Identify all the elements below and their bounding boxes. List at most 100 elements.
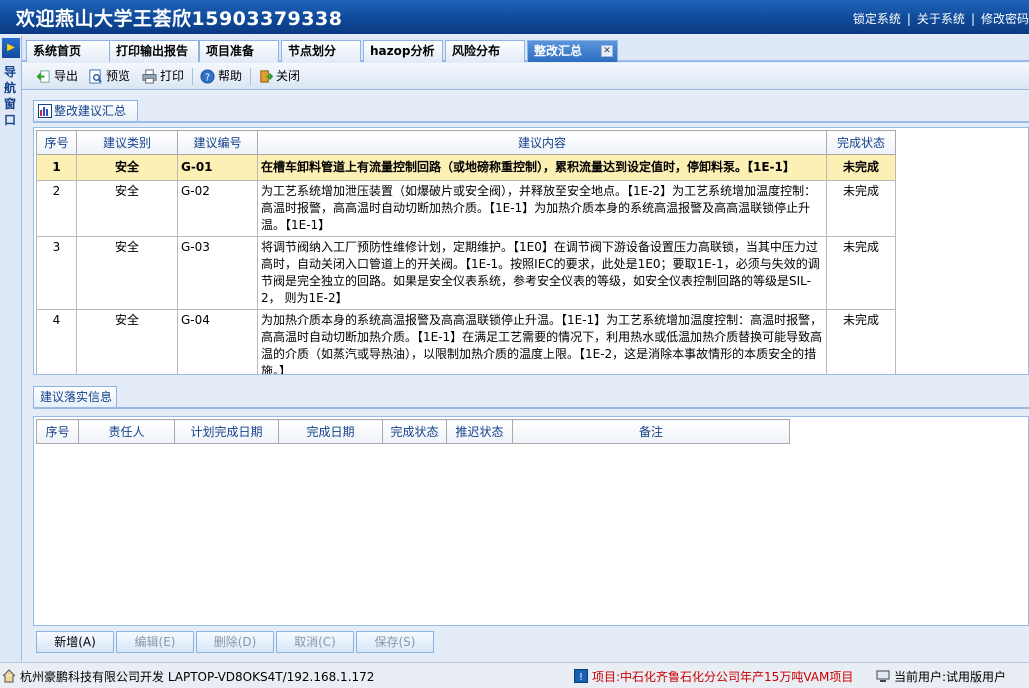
suggestion-code: G-02 <box>177 180 258 237</box>
home-icon <box>2 669 16 683</box>
preview-icon <box>89 69 102 84</box>
cancel-button[interactable]: 取消(C) <box>276 631 354 653</box>
suggestion-category: 安全 <box>76 309 178 374</box>
delete-button[interactable]: 删除(D) <box>196 631 274 653</box>
export-icon <box>36 70 50 83</box>
row-number: 2 <box>36 180 77 237</box>
completion-status: 未完成 <box>826 154 896 181</box>
tab-home[interactable]: 系统首页 <box>26 40 110 62</box>
export-button[interactable]: 导出 <box>34 67 78 86</box>
print-label: 打印 <box>160 69 185 83</box>
summary-header-row: 序号 建议类别 建议编号 建议内容 完成状态 <box>36 130 896 155</box>
current-project: ! 项目:中石化齐鲁石化分公司年产15万吨VAM项目 <box>574 668 853 685</box>
column-header[interactable]: 完成状态 <box>382 419 447 444</box>
column-header[interactable]: 建议内容 <box>257 130 827 155</box>
grid-table-icon <box>38 104 52 118</box>
summary-panel-tab[interactable]: 整改建议汇总 <box>33 100 138 122</box>
app-header: 欢迎燕山大学王荟欣15903379338 锁定系统 | 关于系统 | 修改密码 <box>0 0 1029 34</box>
close-label: 关闭 <box>276 69 301 83</box>
expand-nav-icon[interactable]: ▶ <box>2 38 20 58</box>
implementation-panel-tab[interactable]: 建议落实信息 <box>33 386 117 408</box>
column-header[interactable]: 序号 <box>36 419 79 444</box>
toolbar: 导出 预览 打印 ? 帮助 关闭 <box>22 63 1029 90</box>
close-tab-icon[interactable]: ✕ <box>601 45 613 57</box>
navigation-window[interactable]: ▶ 导航窗口 <box>0 36 22 661</box>
suggestion-category: 安全 <box>76 154 178 181</box>
panel-divider <box>33 121 1029 123</box>
print-button[interactable]: 打印 <box>140 67 184 86</box>
implementation-grid: 序号 责任人 计划完成日期 完成日期 完成状态 推迟状态 备注 <box>33 416 1029 626</box>
suggestion-code: G-03 <box>177 236 258 310</box>
help-button[interactable]: ? 帮助 <box>198 67 242 86</box>
column-header[interactable]: 计划完成日期 <box>174 419 279 444</box>
column-header[interactable]: 完成状态 <box>826 130 896 155</box>
column-header[interactable]: 序号 <box>36 130 77 155</box>
completion-status: 未完成 <box>826 309 896 374</box>
column-header[interactable]: 建议类别 <box>76 130 178 155</box>
edit-button[interactable]: 编辑(E) <box>116 631 194 653</box>
save-button[interactable]: 保存(S) <box>356 631 434 653</box>
column-header[interactable]: 完成日期 <box>278 419 383 444</box>
summary-grid: 序号 建议类别 建议编号 建议内容 完成状态 1 安全 G-01 在槽车卸料管道… <box>33 127 1029 375</box>
export-label: 导出 <box>54 69 79 83</box>
lock-system-link[interactable]: 锁定系统 <box>853 12 901 26</box>
help-icon: ? <box>200 69 215 84</box>
table-row[interactable]: 3 安全 G-03 将调节阀纳入工厂预防性维修计划，定期维护。【1E0】在调节阀… <box>36 236 896 310</box>
tab-hazop-analysis[interactable]: hazop分析 <box>363 40 443 62</box>
column-header[interactable]: 建议编号 <box>177 130 258 155</box>
suggestion-content: 为工艺系统增加泄压装置（如爆破片或安全阀），并释放至安全地点。【1E-2】为工艺… <box>257 180 827 237</box>
row-number: 4 <box>36 309 77 374</box>
tab-node-division[interactable]: 节点划分 <box>281 40 361 62</box>
action-button-bar: 新增(A) 编辑(E) 删除(D) 取消(C) 保存(S) <box>33 630 1029 656</box>
completion-status: 未完成 <box>826 236 896 310</box>
suggestion-content: 在槽车卸料管道上有流量控制回路（或地磅称重控制），累积流量达到设定值时，停卸料泵… <box>257 154 827 181</box>
tab-risk-distribution[interactable]: 风险分布 <box>445 40 525 62</box>
printer-icon <box>142 69 157 84</box>
svg-text:?: ? <box>205 72 210 83</box>
column-header[interactable]: 推迟状态 <box>446 419 513 444</box>
change-password-link[interactable]: 修改密码 <box>981 12 1029 26</box>
svg-text:!: ! <box>579 672 583 683</box>
main-tabbar: 系统首页 打印输出报告 项目准备 节点划分 hazop分析 风险分布 整改汇总 … <box>22 36 1029 62</box>
welcome-title: 欢迎燕山大学王荟欣15903379338 <box>16 8 343 30</box>
column-header[interactable]: 责任人 <box>78 419 175 444</box>
table-row[interactable]: 1 安全 G-01 在槽车卸料管道上有流量控制回路（或地磅称重控制），累积流量达… <box>36 154 896 181</box>
close-button[interactable]: 关闭 <box>256 67 300 86</box>
nav-window-label: 导航窗口 <box>4 65 17 127</box>
preview-button[interactable]: 预览 <box>86 67 130 86</box>
table-row[interactable]: 2 安全 G-02 为工艺系统增加泄压装置（如爆破片或安全阀），并释放至安全地点… <box>36 180 896 237</box>
implementation-table: 序号 责任人 计划完成日期 完成日期 完成状态 推迟状态 备注 <box>36 419 790 444</box>
about-system-link[interactable]: 关于系统 <box>917 12 965 26</box>
developer-info: 杭州豪鹏科技有限公司开发 LAPTOP-VD8OKS4T/192.168.1.1… <box>2 668 374 685</box>
suggestion-code: G-04 <box>177 309 258 374</box>
tab-rectification-summary-label: 整改汇总 <box>534 44 583 58</box>
user-computer-icon <box>876 670 890 682</box>
toolbar-divider <box>192 68 193 85</box>
add-button[interactable]: 新增(A) <box>36 631 114 653</box>
header-links: 锁定系统 | 关于系统 | 修改密码 <box>852 12 1029 26</box>
close-door-icon <box>260 70 273 83</box>
company-host-text: 杭州豪鹏科技有限公司开发 LAPTOP-VD8OKS4T/192.168.1.1… <box>20 670 375 684</box>
suggestion-code: G-01 <box>177 154 258 181</box>
tab-rectification-summary[interactable]: 整改汇总 ✕ <box>527 40 618 62</box>
implementation-header-row: 序号 责任人 计划完成日期 完成日期 完成状态 推迟状态 备注 <box>36 419 790 444</box>
info-icon: ! <box>574 669 588 683</box>
tab-project-prep[interactable]: 项目准备 <box>199 40 279 62</box>
suggestion-category: 安全 <box>76 236 178 310</box>
summary-panel-title: 整改建议汇总 <box>54 104 127 118</box>
summary-table: 序号 建议类别 建议编号 建议内容 完成状态 1 安全 G-01 在槽车卸料管道… <box>36 130 896 374</box>
table-row[interactable]: 4 安全 G-04 为加热介质本身的系统高温报警及高高温联锁停止升温。【1E-1… <box>36 309 896 374</box>
suggestion-content: 为加热介质本身的系统高温报警及高高温联锁停止升温。【1E-1】为工艺系统增加温度… <box>257 309 827 374</box>
user-text: 当前用户:试用版用户 <box>894 670 1007 684</box>
suggestion-content: 将调节阀纳入工厂预防性维修计划，定期维护。【1E0】在调节阀下游设备设置压力高联… <box>257 236 827 310</box>
panel-divider <box>33 407 1029 409</box>
toolbar-divider <box>250 68 251 85</box>
preview-label: 预览 <box>106 69 131 83</box>
project-name-text: 项目:中石化齐鲁石化分公司年产15万吨VAM项目 <box>592 670 854 684</box>
help-label: 帮助 <box>218 69 243 83</box>
tab-print-report[interactable]: 打印输出报告 <box>109 40 199 62</box>
column-header[interactable]: 备注 <box>512 419 790 444</box>
implementation-panel-title: 建议落实信息 <box>40 390 113 404</box>
row-number: 3 <box>36 236 77 310</box>
completion-status: 未完成 <box>826 180 896 237</box>
